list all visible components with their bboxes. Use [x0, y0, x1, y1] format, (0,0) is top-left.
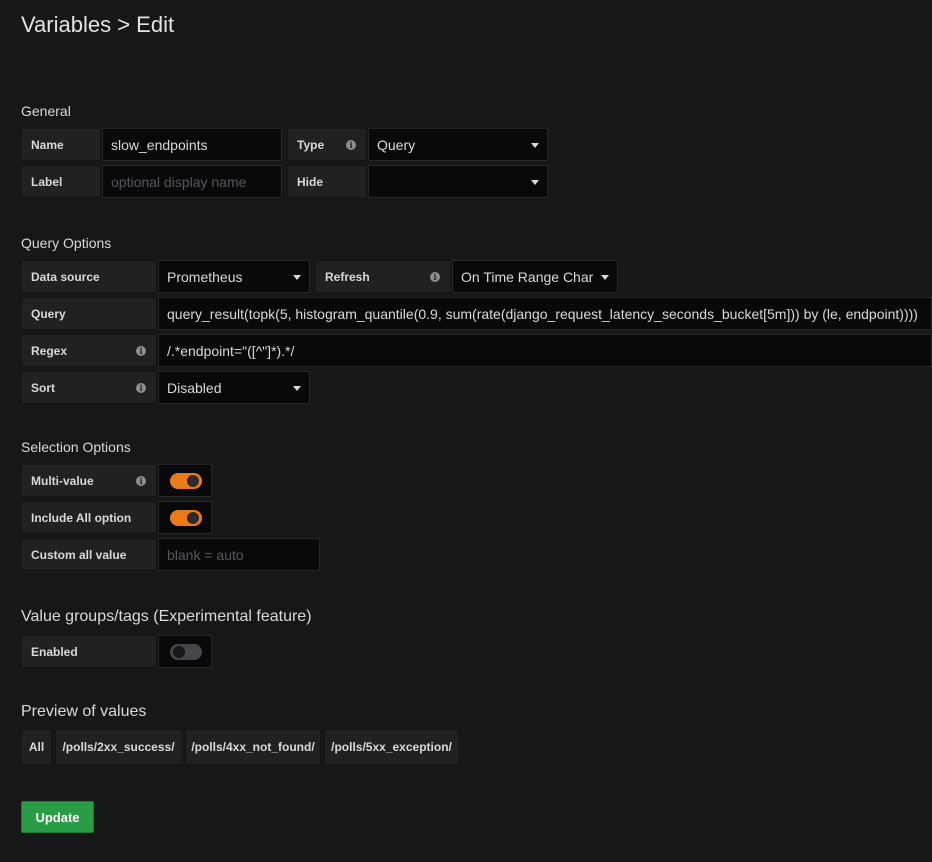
- selection-options-section-title: Selection Options: [21, 439, 131, 455]
- enabled-label: Enabled: [21, 635, 157, 668]
- preview-value-tag: /polls/2xx_success/: [55, 729, 182, 765]
- query-label: Query: [21, 297, 157, 330]
- caret-down-icon: [293, 275, 301, 280]
- toggle-knob: [187, 475, 199, 487]
- update-button[interactable]: Update: [21, 801, 94, 833]
- name-label: Name: [21, 128, 101, 161]
- regex-input[interactable]: /.*endpoint="([^"]*).*/: [158, 334, 932, 367]
- type-label: Type i: [287, 128, 367, 161]
- include-all-toggle-cell: [158, 501, 212, 534]
- label-label: Label: [21, 165, 101, 198]
- refresh-select-value: On Time Range Char: [461, 268, 594, 285]
- value-groups-section-title: Value groups/tags (Experimental feature): [21, 608, 312, 625]
- datasource-select-value: Prometheus: [167, 268, 243, 285]
- info-icon[interactable]: i: [136, 346, 146, 356]
- info-icon[interactable]: i: [346, 140, 356, 150]
- preview-value-tag: /polls/4xx_not_found/: [185, 729, 321, 765]
- query-input[interactable]: query_result(topk(5, histogram_quantile(…: [158, 297, 932, 330]
- info-icon[interactable]: i: [136, 383, 146, 393]
- include-all-label: Include All option: [21, 501, 157, 534]
- type-label-text: Type: [297, 137, 325, 152]
- multi-value-label: Multi-value i: [21, 464, 157, 497]
- name-input[interactable]: slow_endpoints: [102, 128, 282, 161]
- regex-label-text: Regex: [31, 343, 68, 358]
- sort-select-value: Disabled: [167, 379, 222, 396]
- sort-label: Sort i: [21, 371, 157, 404]
- info-icon[interactable]: i: [430, 272, 440, 282]
- enabled-toggle-cell: [158, 635, 212, 668]
- type-select-value: Query: [377, 136, 416, 153]
- toggle-knob: [187, 512, 199, 524]
- caret-down-icon: [531, 143, 539, 148]
- regex-label: Regex i: [21, 334, 157, 367]
- sort-label-text: Sort: [31, 380, 55, 395]
- datasource-label: Data source: [21, 260, 157, 293]
- hide-select[interactable]: [368, 165, 548, 198]
- page-title: Variables > Edit: [21, 12, 175, 37]
- hide-label: Hide: [287, 165, 367, 198]
- datasource-select[interactable]: Prometheus: [158, 260, 310, 293]
- preview-section-title: Preview of values: [21, 703, 147, 720]
- type-select[interactable]: Query: [368, 128, 548, 161]
- refresh-label-text: Refresh: [325, 269, 370, 284]
- custom-all-label: Custom all value: [21, 538, 157, 571]
- multi-value-toggle-cell: [158, 464, 212, 497]
- general-section-title: General: [21, 103, 71, 119]
- refresh-select[interactable]: On Time Range Char: [452, 260, 618, 293]
- include-all-toggle[interactable]: [170, 510, 202, 526]
- caret-down-icon: [531, 180, 539, 185]
- query-options-section-title: Query Options: [21, 235, 112, 251]
- custom-all-input[interactable]: blank = auto: [158, 538, 320, 571]
- toggle-knob: [173, 646, 185, 658]
- multi-value-label-text: Multi-value: [31, 473, 94, 488]
- refresh-label: Refresh i: [315, 260, 451, 293]
- label-input[interactable]: optional display name: [102, 165, 282, 198]
- caret-down-icon: [293, 386, 301, 391]
- enabled-toggle[interactable]: [170, 644, 202, 660]
- preview-value-tag: All: [21, 729, 52, 765]
- preview-value-tag: /polls/5xx_exception/: [324, 729, 459, 765]
- sort-select[interactable]: Disabled: [158, 371, 310, 404]
- multi-value-toggle[interactable]: [170, 473, 202, 489]
- caret-down-icon: [601, 275, 609, 280]
- info-icon[interactable]: i: [136, 476, 146, 486]
